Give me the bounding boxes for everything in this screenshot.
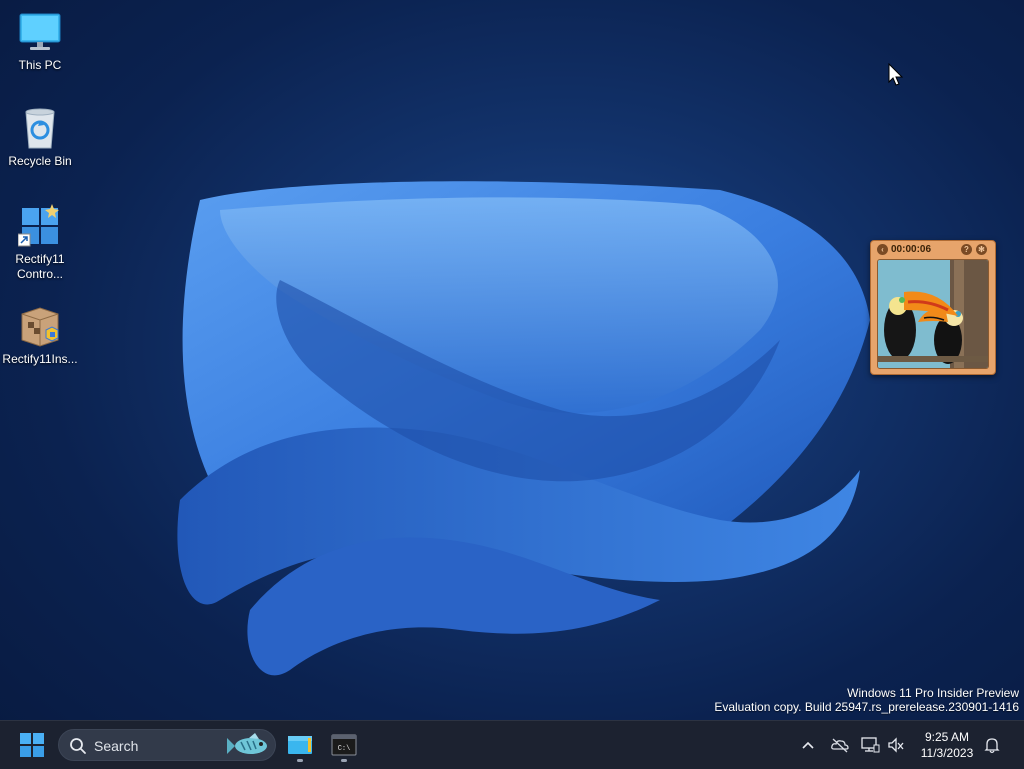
system-tray: 9:25 AM 11/3/2023 — [794, 721, 1024, 769]
desktop-icon-label: Rectify11Ins... — [2, 352, 78, 366]
onedrive-offline-icon[interactable] — [830, 735, 850, 755]
desktop-icon-this-pc[interactable]: This PC — [0, 10, 80, 73]
taskbar-app-command-prompt[interactable]: C:\ — [324, 727, 364, 763]
search-icon — [70, 738, 86, 754]
search-highlight-fish-icon — [227, 733, 267, 754]
notifications-bell-icon[interactable] — [982, 735, 1002, 755]
gadget-back-icon[interactable]: ‹ — [877, 244, 888, 255]
running-indicator — [341, 759, 347, 762]
rectify11-control-icon — [17, 204, 62, 248]
watermark-build: Evaluation copy. Build 25947.rs_prerelea… — [714, 700, 1019, 714]
show-hidden-icons-chevron-icon[interactable] — [798, 735, 818, 755]
gadget-titlebar[interactable]: ‹ 00:00:06 ? ✻ — [871, 241, 995, 259]
cmd-icon-glyph: C:\ — [338, 745, 351, 753]
taskbar-clock[interactable]: 9:25 AM 11/3/2023 — [912, 729, 982, 761]
taskbar: Search C:\ 9:25 AM 11/3/2023 — [0, 720, 1024, 769]
wallpaper-bloom — [177, 181, 871, 676]
desktop-icon-recycle-bin[interactable]: Recycle Bin — [0, 106, 80, 169]
desktop-icon-label: Recycle Bin — [8, 154, 72, 168]
gadget-timer: 00:00:06 — [891, 244, 932, 255]
desktop-icon-rectify11-control[interactable]: Rectify11 Contro... — [0, 204, 80, 282]
this-pc-icon — [18, 10, 62, 54]
cmd-icon: C:\ — [331, 734, 357, 756]
installer-package-icon — [18, 304, 62, 348]
network-icon[interactable] — [860, 735, 880, 755]
gadget-photo-toucans — [877, 259, 989, 369]
watermark-edition: Windows 11 Pro Insider Preview — [847, 686, 1019, 700]
os-build-watermark: Windows 11 Pro Insider Preview Evaluatio… — [714, 686, 1019, 714]
taskbar-app-file-explorer[interactable] — [280, 727, 320, 763]
slideshow-gadget[interactable]: ‹ 00:00:06 ? ✻ — [870, 240, 996, 375]
running-indicator — [297, 759, 303, 762]
gadget-help-button[interactable]: ? — [961, 244, 972, 255]
desktop[interactable]: This PC Recycle Bin Rectify11 Contro... … — [0, 0, 1024, 720]
recycle-bin-icon — [18, 106, 62, 150]
file-explorer-icon — [288, 736, 312, 754]
gadget-settings-icon[interactable]: ✻ — [976, 244, 987, 255]
mouse-pointer-icon — [888, 63, 904, 86]
desktop-icon-label: Rectify11 Contro... — [15, 252, 65, 281]
windows-logo-icon — [20, 733, 44, 757]
desktop-icon-label: This PC — [18, 58, 62, 72]
taskbar-search-box[interactable]: Search — [58, 729, 276, 761]
clock-time: 9:25 AM — [924, 730, 970, 744]
desktop-icon-rectify11-installer[interactable]: Rectify11Ins... — [0, 304, 80, 367]
search-label: Search — [94, 738, 139, 754]
volume-muted-icon[interactable] — [886, 735, 906, 755]
clock-date: 11/3/2023 — [920, 746, 974, 760]
start-button[interactable] — [14, 729, 50, 761]
